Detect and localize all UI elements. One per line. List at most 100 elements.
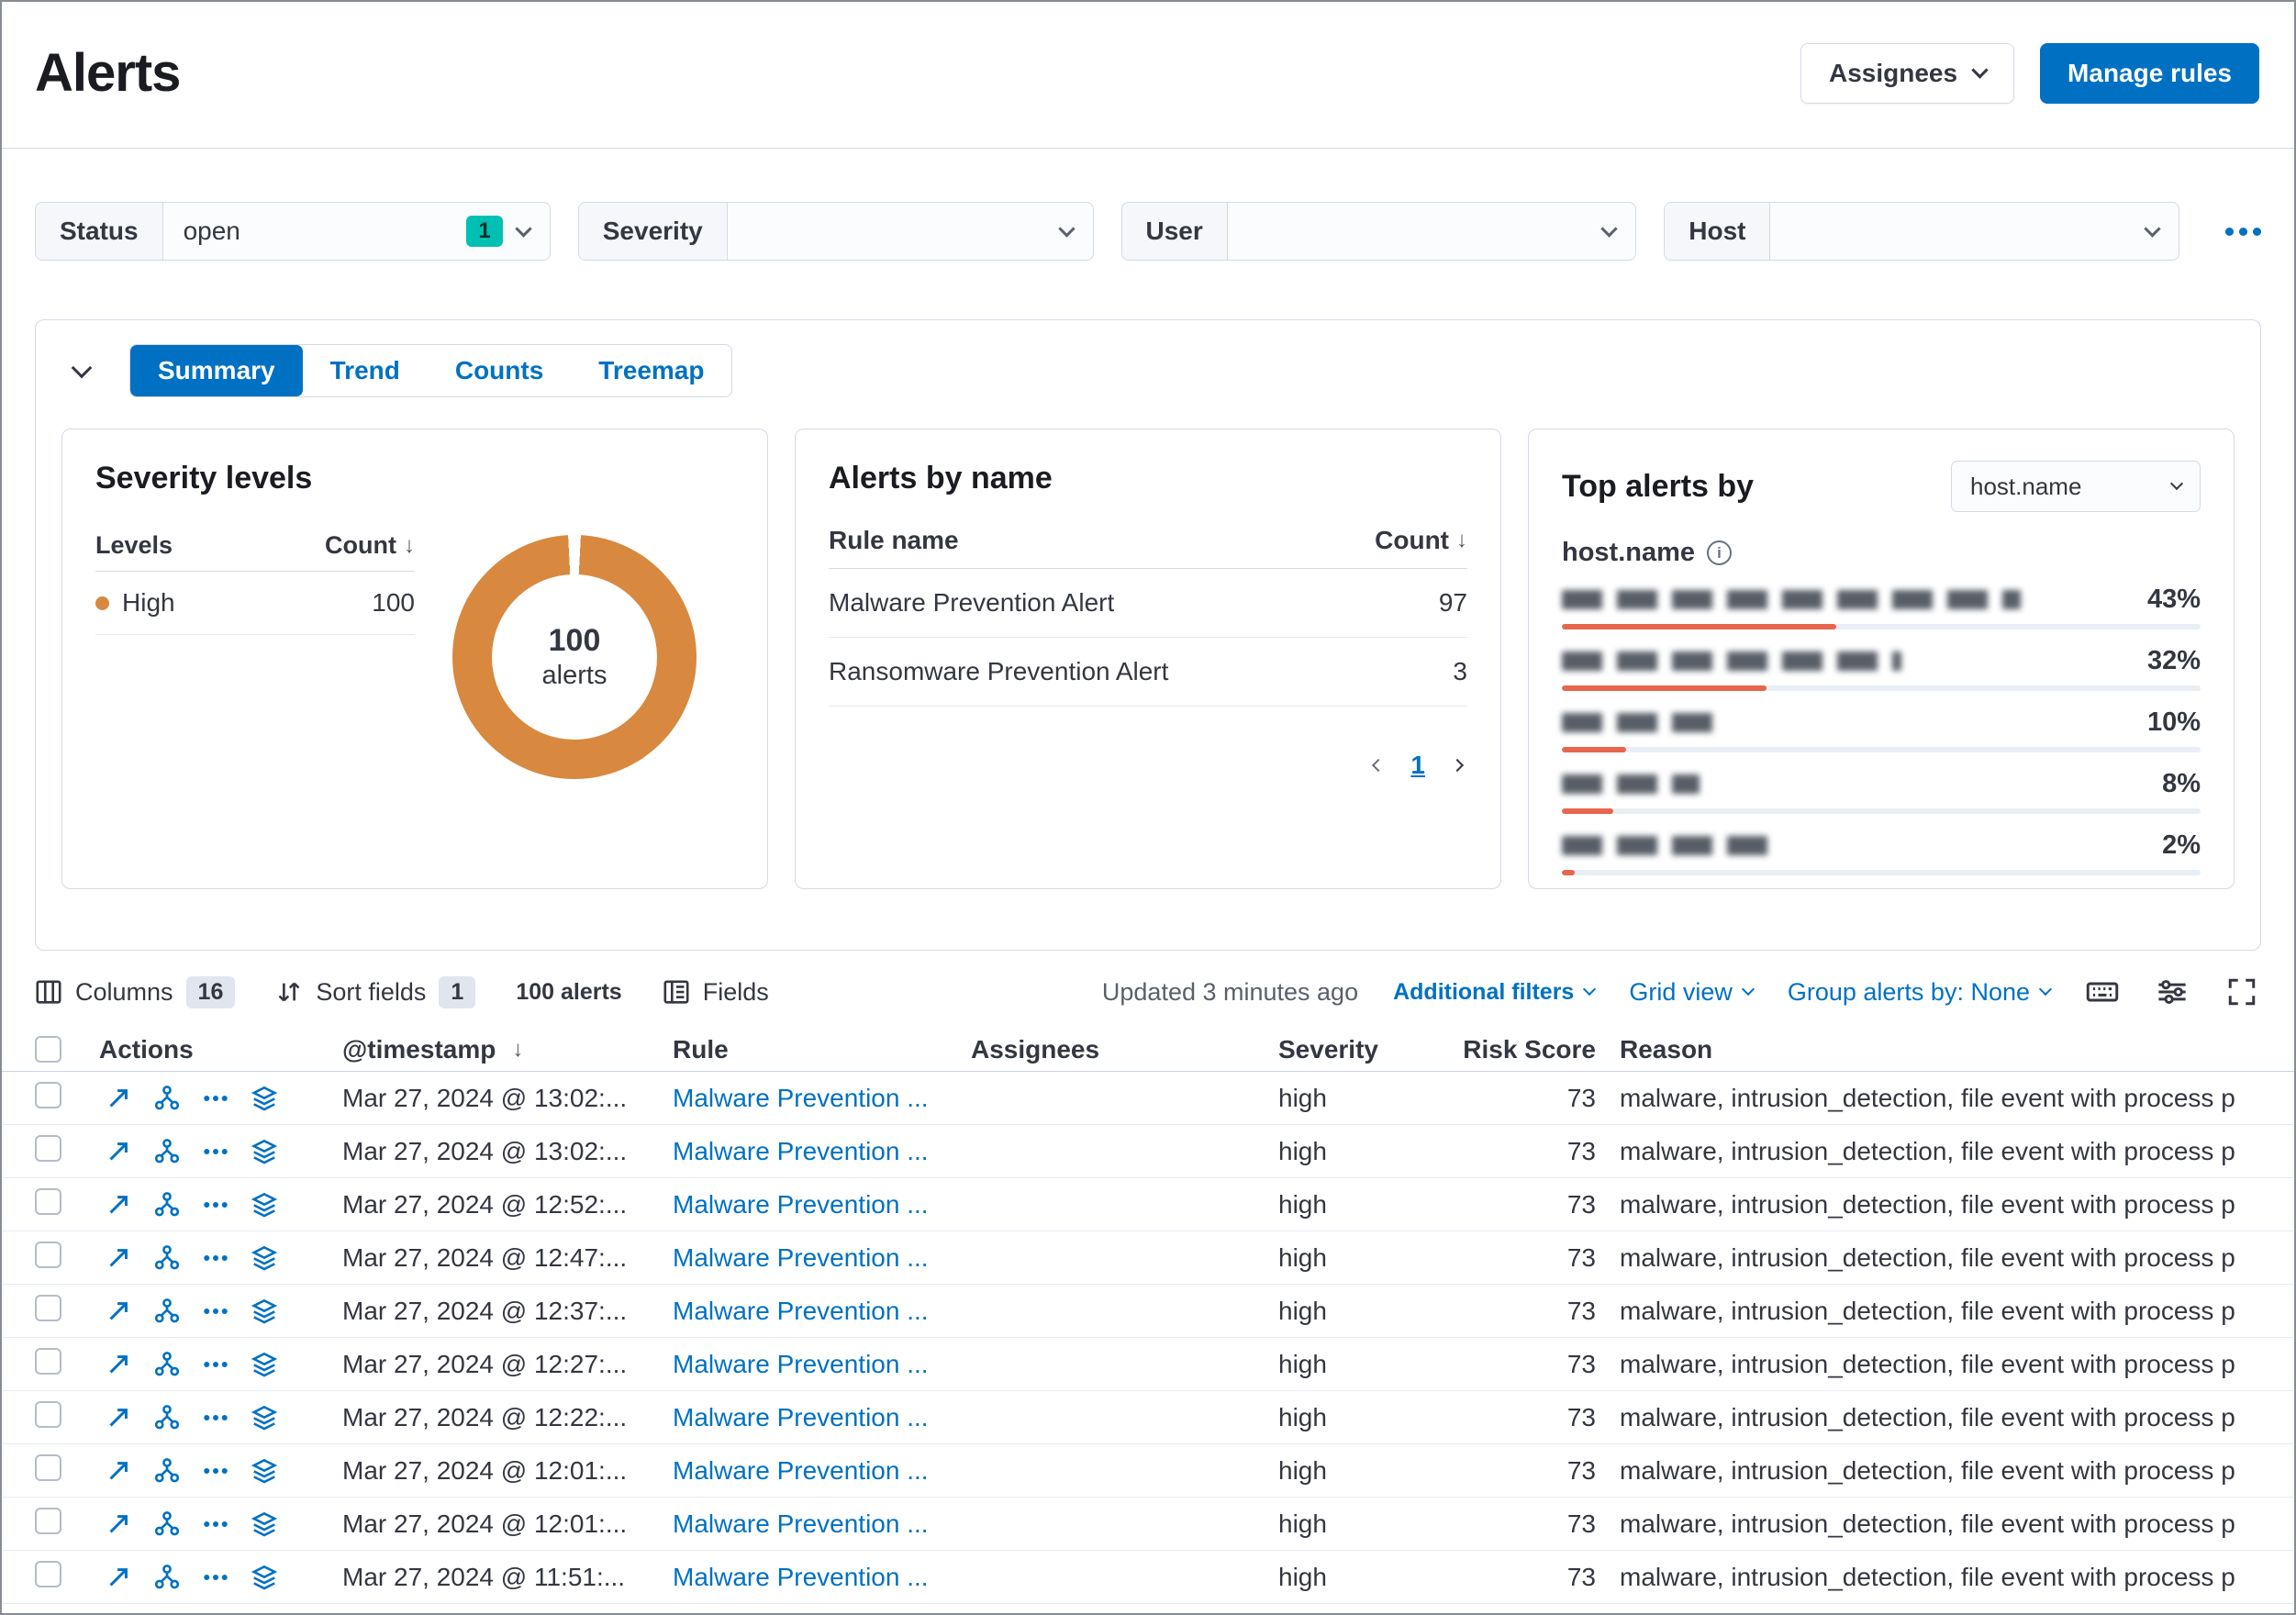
row-checkbox[interactable]: [35, 1187, 61, 1215]
row-checkbox[interactable]: [35, 1081, 61, 1108]
expand-alert-icon[interactable]: [105, 1564, 132, 1591]
expand-alert-icon[interactable]: [105, 1191, 132, 1219]
row-checkbox[interactable]: [35, 1347, 61, 1375]
analyze-event-icon[interactable]: [153, 1457, 181, 1485]
expand-alert-icon[interactable]: [105, 1351, 132, 1378]
more-actions-icon[interactable]: [202, 1457, 229, 1485]
reason-cell[interactable]: malware, intrusion_detection, file event…: [1599, 1350, 2294, 1379]
reason-cell[interactable]: malware, intrusion_detection, file event…: [1599, 1297, 2294, 1326]
page-number[interactable]: 1: [1410, 751, 1425, 780]
reason-cell[interactable]: malware, intrusion_detection, file event…: [1599, 1190, 2294, 1220]
collapse-charts-icon[interactable]: [61, 351, 102, 391]
row-checkbox[interactable]: [35, 1454, 61, 1481]
rule-link[interactable]: Malware Prevention ...: [673, 1243, 929, 1272]
more-actions-icon[interactable]: [202, 1244, 229, 1272]
grid-view-button[interactable]: Grid view: [1629, 978, 1755, 1007]
rule-link[interactable]: Malware Prevention ...: [673, 1297, 929, 1325]
reason-cell[interactable]: malware, intrusion_detection, file event…: [1599, 1137, 2294, 1166]
session-view-icon[interactable]: [251, 1510, 278, 1538]
group-alerts-by-button[interactable]: Group alerts by: None: [1788, 978, 2053, 1007]
more-actions-icon[interactable]: [202, 1404, 229, 1431]
severity-col-header[interactable]: Severity: [1278, 1035, 1462, 1064]
more-actions-icon[interactable]: [202, 1191, 229, 1219]
row-checkbox[interactable]: [35, 1241, 61, 1268]
columns-button[interactable]: Columns 16: [35, 975, 236, 1008]
session-view-icon[interactable]: [251, 1457, 278, 1485]
rule-col-header[interactable]: Rule: [673, 1035, 971, 1064]
tab-summary[interactable]: Summary: [130, 345, 303, 396]
session-view-icon[interactable]: [251, 1191, 278, 1219]
row-checkbox[interactable]: [35, 1294, 61, 1321]
expand-alert-icon[interactable]: [105, 1298, 132, 1325]
session-view-icon[interactable]: [251, 1138, 278, 1165]
analyze-event-icon[interactable]: [153, 1564, 181, 1591]
reason-col-header[interactable]: Reason: [1599, 1035, 2294, 1064]
top-alert-item[interactable]: 43%: [1562, 583, 2201, 629]
analyze-event-icon[interactable]: [153, 1085, 181, 1112]
analyze-event-icon[interactable]: [153, 1404, 181, 1431]
session-view-icon[interactable]: [251, 1298, 278, 1325]
tab-treemap[interactable]: Treemap: [571, 345, 731, 396]
analyze-event-icon[interactable]: [153, 1510, 181, 1538]
analyze-event-icon[interactable]: [153, 1138, 181, 1165]
row-checkbox[interactable]: [35, 1560, 61, 1587]
session-view-icon[interactable]: [251, 1564, 278, 1591]
reason-cell[interactable]: malware, intrusion_detection, file event…: [1599, 1403, 2294, 1432]
assignees-button[interactable]: Assignees: [1800, 42, 2015, 104]
expand-alert-icon[interactable]: [105, 1510, 132, 1538]
expand-alert-icon[interactable]: [105, 1085, 132, 1112]
row-checkbox[interactable]: [35, 1400, 61, 1428]
expand-alert-icon[interactable]: [105, 1457, 132, 1485]
session-view-icon[interactable]: [251, 1404, 278, 1431]
row-checkbox[interactable]: [35, 1507, 61, 1534]
expand-alert-icon[interactable]: [105, 1404, 132, 1431]
top-alert-item[interactable]: 2%: [1562, 829, 2201, 875]
assignees-col-header[interactable]: Assignees: [971, 1035, 1278, 1064]
more-actions-icon[interactable]: [202, 1351, 229, 1378]
reason-cell[interactable]: malware, intrusion_detection, file event…: [1599, 1563, 2294, 1592]
info-icon[interactable]: [1707, 540, 1733, 565]
risk-score-col-header[interactable]: Risk Score: [1462, 1035, 1599, 1064]
more-actions-icon[interactable]: [202, 1564, 229, 1591]
severity-filter[interactable]: Severity: [577, 202, 1094, 261]
status-filter[interactable]: Status open 1: [35, 202, 551, 261]
top-alerts-field-select[interactable]: host.name: [1951, 461, 2201, 512]
reason-cell[interactable]: malware, intrusion_detection, file event…: [1599, 1243, 2294, 1273]
keyboard-shortcuts-icon[interactable]: [2085, 975, 2120, 1009]
tab-trend[interactable]: Trend: [303, 345, 428, 396]
more-actions-icon[interactable]: [202, 1138, 229, 1165]
top-alert-item[interactable]: 32%: [1562, 644, 2201, 691]
session-view-icon[interactable]: [251, 1244, 278, 1272]
previous-page-icon[interactable]: [1372, 758, 1386, 773]
timestamp-col-header[interactable]: @timestamp ↓: [342, 1035, 673, 1064]
more-filters-icon[interactable]: [2225, 227, 2261, 236]
rule-link[interactable]: Malware Prevention ...: [673, 1509, 929, 1538]
next-page-icon[interactable]: [1450, 758, 1465, 773]
row-checkbox[interactable]: [35, 1134, 61, 1162]
select-all-checkbox[interactable]: [35, 1036, 61, 1063]
sort-fields-button[interactable]: Sort fields 1: [275, 975, 476, 1008]
severity-col-count[interactable]: Count ↓: [325, 531, 415, 560]
analyze-event-icon[interactable]: [153, 1351, 181, 1378]
session-view-icon[interactable]: [251, 1351, 278, 1378]
more-actions-icon[interactable]: [202, 1085, 229, 1112]
reason-cell[interactable]: malware, intrusion_detection, file event…: [1599, 1456, 2294, 1486]
fullscreen-icon[interactable]: [2224, 975, 2259, 1009]
rule-link[interactable]: Malware Prevention ...: [673, 1350, 929, 1378]
tab-counts[interactable]: Counts: [428, 345, 571, 396]
top-alert-item[interactable]: 10%: [1562, 706, 2201, 752]
top-alert-item[interactable]: 8%: [1562, 767, 2201, 814]
rule-link[interactable]: Malware Prevention ...: [673, 1563, 929, 1591]
expand-alert-icon[interactable]: [105, 1244, 132, 1272]
manage-rules-button[interactable]: Manage rules: [2040, 42, 2259, 104]
rule-link[interactable]: Malware Prevention ...: [673, 1403, 929, 1431]
host-filter[interactable]: Host: [1664, 202, 2179, 261]
expand-alert-icon[interactable]: [105, 1138, 132, 1165]
analyze-event-icon[interactable]: [153, 1298, 181, 1325]
reason-cell[interactable]: malware, intrusion_detection, file event…: [1599, 1509, 2294, 1539]
user-filter[interactable]: User: [1120, 202, 1637, 261]
rule-link[interactable]: Malware Prevention ...: [673, 1190, 929, 1219]
session-view-icon[interactable]: [251, 1085, 278, 1112]
more-actions-icon[interactable]: [202, 1298, 229, 1325]
rule-link[interactable]: Malware Prevention ...: [673, 1137, 929, 1165]
